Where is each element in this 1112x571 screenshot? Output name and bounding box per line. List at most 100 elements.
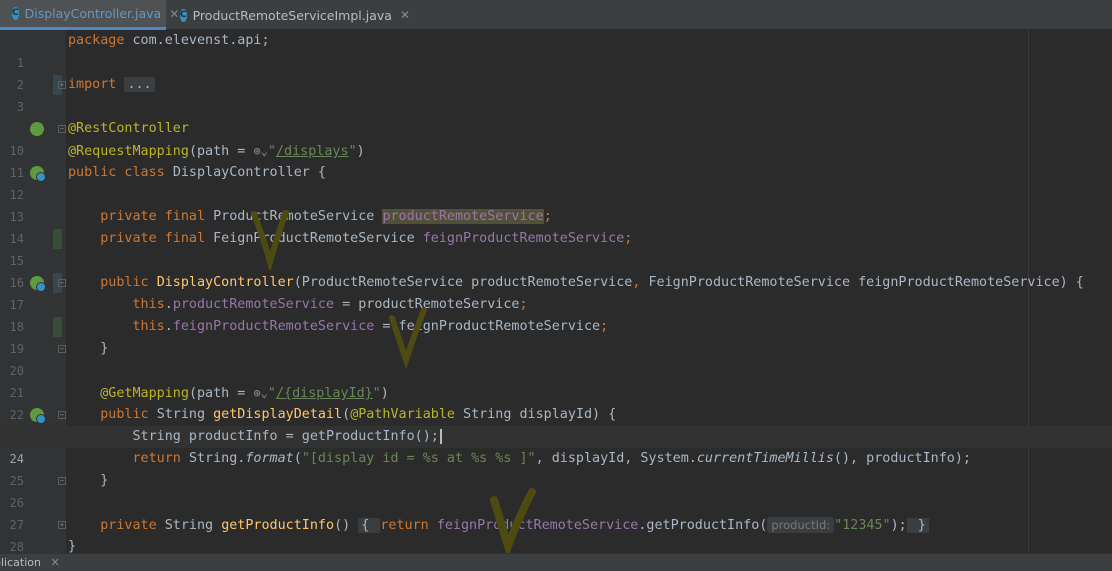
semicolon: ; (624, 231, 633, 246)
code-line: 19 this.feignProductRemoteService = feig… (0, 316, 1112, 356)
annotation: @RequestMapping (68, 144, 189, 159)
string-quote: " (348, 144, 357, 159)
run-tab-label[interactable]: plication (0, 556, 41, 569)
class-name: DisplayController { (172, 165, 326, 180)
code-text: ) (356, 144, 365, 159)
method-call: format (245, 451, 294, 466)
code-text: } (100, 341, 109, 356)
tab-product-remote-service-impl[interactable]: C ProductRemoteServiceImpl.java ✕ (168, 0, 410, 30)
code-line: 11 @RequestMapping(path = ⊕⌄"/displays") (0, 140, 1112, 180)
code-text: String. (188, 451, 246, 466)
folded-body-open[interactable]: { (358, 518, 381, 533)
code-text: (ProductRemoteService productRemoteServi… (293, 275, 633, 290)
field-name: productRemoteService (172, 297, 335, 312)
code-line: 18 this.productRemoteService = productRe… (0, 294, 1112, 334)
type-name: ProductRemoteService (213, 209, 383, 224)
java-class-icon: C (12, 7, 19, 20)
close-icon[interactable]: ✕ (400, 8, 410, 22)
annotation: @GetMapping (100, 386, 189, 401)
annotation-checkmark-icon (490, 488, 536, 553)
code-text: } (68, 539, 77, 553)
line-number: 3 (16, 100, 24, 114)
semicolon: ; (519, 297, 528, 312)
keyword: this (132, 297, 165, 312)
code-line: 20 } (0, 338, 1112, 378)
code-line: 26 } (0, 470, 1112, 510)
type-name: String (164, 518, 222, 533)
globe-icon[interactable]: ⊕⌄ (253, 144, 267, 158)
code-text: String displayId) { (455, 407, 617, 422)
keyword: public class (68, 165, 173, 180)
code-line: 31 } (0, 536, 1112, 553)
field-name: productRemoteService (382, 209, 544, 224)
close-icon[interactable]: ✕ (50, 556, 59, 569)
tool-window-bar: plication ✕ (0, 553, 1112, 571)
code-text: . (164, 297, 173, 312)
annotation: @PathVariable (350, 407, 455, 422)
keyword: return (132, 451, 189, 466)
code-line: 3 import ... (0, 74, 1112, 114)
string-quote: " (372, 386, 381, 401)
code-text: (path = (188, 386, 254, 401)
type-name: FeignProductRemoteService (213, 231, 423, 246)
package-name: com.elevenst.api; (124, 33, 270, 48)
tab-label: DisplayController.java (24, 6, 162, 21)
field-name: feignProductRemoteService (172, 319, 375, 334)
code-line: 2 (0, 52, 1112, 92)
method-call: currentTimeMillis (696, 451, 834, 466)
annotation-checkmark-icon (251, 210, 289, 270)
editor-tab-bar: C DisplayController.java ✕ C ProductRemo… (0, 0, 1112, 30)
method-name: getProductInfo (221, 518, 335, 533)
string-literal: "[display id = %s at %s %s ]" (301, 451, 536, 466)
keyword: public (100, 407, 157, 422)
method-name: getDisplayDetail (213, 407, 343, 422)
code-line: 17 public DisplayController(ProductRemot… (0, 272, 1112, 312)
java-class-icon: C (180, 8, 187, 22)
code-text: ( (293, 451, 302, 466)
string-quote: " (267, 386, 276, 401)
code-editor[interactable]: + − − − − − + 1 package com.elevenst.api… (0, 30, 1112, 553)
tab-label: ProductRemoteServiceImpl.java (192, 7, 392, 23)
annotation: @RestController (68, 121, 189, 136)
code-text: ); (890, 518, 907, 533)
keyword: import (68, 77, 125, 92)
code-line: 12 public class DisplayController { (0, 162, 1112, 202)
annotation-checkmark-icon (389, 308, 427, 368)
string-literal: "12345" (834, 518, 891, 533)
code-line: 28 private String getProductInfo() { ret… (0, 514, 1112, 553)
type-name: String (156, 407, 214, 422)
constructor-name: DisplayController (156, 275, 294, 290)
semicolon: ; (543, 209, 552, 224)
keyword: public (100, 275, 157, 290)
parameter-hint: productId: (767, 517, 835, 533)
code-text: , displayId, System. (535, 451, 697, 466)
field-name: feignProductRemoteService (422, 231, 625, 246)
code-text: .getProductInfo( (638, 518, 768, 533)
keyword: private final (100, 231, 214, 246)
folded-body-close[interactable]: } (906, 518, 929, 533)
current-code-line: 24 String productInfo = getProductInfo()… (0, 426, 1112, 466)
code-text: FeignProductRemoteService feignProductRe… (648, 275, 1084, 290)
comma: , (632, 275, 649, 290)
code-line: 10 @RestController (0, 118, 1112, 158)
code-line: 25 return String.format("[display id = %… (0, 448, 1112, 488)
code-text: (path = (188, 144, 254, 159)
code-line: 21 (0, 360, 1112, 400)
keyword: this (132, 319, 165, 334)
keyword: private final (100, 209, 214, 224)
code-line: 1 package com.elevenst.api; (0, 30, 1112, 70)
url-path-link[interactable]: /{displayId} (276, 386, 373, 401)
code-line: 13 (0, 184, 1112, 224)
import-fold-badge[interactable]: ... (124, 77, 155, 92)
code-text: () (334, 518, 359, 533)
code-line: 27 (0, 492, 1112, 532)
url-path-link[interactable]: /displays (276, 144, 349, 159)
code-line: 15 private final FeignProductRemoteServi… (0, 228, 1112, 268)
tab-display-controller[interactable]: C DisplayController.java ✕ (0, 0, 179, 30)
code-line: 16 (0, 250, 1112, 290)
keyword: package (68, 33, 125, 48)
globe-icon[interactable]: ⊕⌄ (253, 386, 267, 400)
string-quote: " (267, 144, 276, 159)
text-caret (439, 429, 442, 444)
code-line: 14 private final ProductRemoteService pr… (0, 206, 1112, 246)
